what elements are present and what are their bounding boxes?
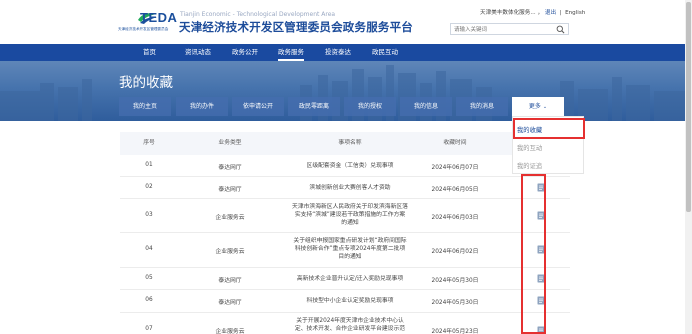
row-time: 2024年05月30日 bbox=[431, 300, 479, 306]
tab-my-info[interactable]: 我的信息 bbox=[400, 97, 452, 116]
site-title-en: Tianjin Economic - Technological Develop… bbox=[180, 11, 336, 18]
row-name-link[interactable]: 区级配套资金（工信类）兑现事项 bbox=[290, 162, 410, 170]
row-name-link[interactable]: 关于开展2024年度天津市企业技术中心认定、技术开发、合作企业研发平台建设示范 bbox=[292, 317, 408, 333]
nav-item-invest[interactable]: 投资泰达 bbox=[325, 44, 351, 61]
row-type: 泰达网厅 bbox=[218, 187, 242, 193]
row-type: 企业服务云 bbox=[215, 329, 245, 334]
user-tabs: 我的主页 我的办件 依申请公开 政民零距离 我的授权 我的信息 我的消息 更多 ⌄ bbox=[0, 97, 685, 116]
language-link[interactable]: English bbox=[565, 10, 585, 16]
row-type: 泰达网厅 bbox=[218, 165, 242, 171]
page-title: 我的收藏 bbox=[119, 75, 173, 91]
logout-link[interactable]: 退出 bbox=[545, 10, 556, 16]
tab-more-label: 更多 bbox=[528, 103, 541, 110]
column-header-time: 收藏时间 bbox=[443, 140, 467, 146]
row-no: 06 bbox=[145, 297, 153, 303]
search-box bbox=[450, 23, 569, 35]
nav-item-home[interactable]: 首页 bbox=[143, 44, 156, 61]
table-header: 序号 业务类型 事项名称 收藏时间 操作 bbox=[120, 132, 570, 155]
row-name-link[interactable]: 高新技术企业晋升认定/迁入奖励兑现事项 bbox=[290, 275, 410, 283]
row-name-link[interactable]: 科技型中小企业认定奖励兑现事项 bbox=[290, 297, 410, 305]
chevron-down-icon: ⌄ bbox=[542, 104, 548, 110]
ops-column-highlight bbox=[521, 174, 546, 334]
column-header-no: 序号 bbox=[143, 140, 155, 146]
user-greeting[interactable]: 天津美丰数体化服务... bbox=[480, 10, 536, 16]
row-type: 泰达网厅 bbox=[218, 278, 242, 284]
search-icon[interactable] bbox=[556, 25, 565, 34]
top-links: 天津美丰数体化服务... ， 退出 | English bbox=[480, 8, 585, 16]
tab-my-cases[interactable]: 我的办件 bbox=[176, 97, 228, 116]
dropdown-item-my-tracking[interactable]: 我的证追 bbox=[517, 161, 542, 170]
dropdown-item-my-interaction[interactable]: 我的互动 bbox=[517, 143, 542, 152]
column-header-type: 业务类型 bbox=[218, 140, 242, 146]
row-no: 03 bbox=[145, 212, 153, 218]
row-time: 2024年06月07日 bbox=[431, 165, 479, 171]
tab-my-home[interactable]: 我的主页 bbox=[119, 97, 171, 116]
table-row: 01 泰达网厅 区级配套资金（工信类）兑现事项 2024年06月07日 bbox=[120, 155, 570, 177]
page: TEDA 天津经济技术开发区管理委员会 Tianjin Economic - T… bbox=[0, 0, 685, 334]
table-row: 02 泰达网厅 滨城创新创业大赛创客人才资助 2024年06月05日 bbox=[120, 177, 570, 199]
search-input[interactable] bbox=[454, 25, 554, 34]
table-row: 04 企业服务云 关于组织申报国家重点研发计划“政府间国际科技创新合作”重点专项… bbox=[120, 233, 570, 268]
nav-item-gov-service[interactable]: 政务服务 bbox=[278, 44, 304, 61]
tab-zero-distance[interactable]: 政民零距离 bbox=[288, 97, 340, 116]
row-name-link[interactable]: 天津市滨海新区人民政府关于印发滨海新区落实支持“滨城”建设若干政策措施的工作方案… bbox=[292, 203, 408, 227]
row-no: 02 bbox=[145, 184, 153, 190]
logo-subtitle: 天津经济技术开发区管理委员会 bbox=[118, 27, 169, 31]
dropdown-item-label: 我的收藏 bbox=[517, 127, 543, 134]
row-name-link[interactable]: 滨城创新创业大赛创客人才资助 bbox=[290, 184, 410, 192]
row-name-link[interactable]: 关于组织申报国家重点研发计划“政府间国际科技创新合作”重点专项2024年度第二批… bbox=[292, 237, 408, 261]
row-type: 企业服务云 bbox=[215, 249, 245, 255]
table-row: 07 企业服务云 关于开展2024年度天津市企业技术中心认定、技术开发、合作企业… bbox=[120, 313, 570, 334]
table-row: 03 企业服务云 天津市滨海新区人民政府关于印发滨海新区落实支持“滨城”建设若干… bbox=[120, 199, 570, 233]
scrollbar-thumb[interactable] bbox=[686, 2, 691, 212]
separator: | bbox=[557, 10, 564, 16]
page-scrollbar[interactable] bbox=[685, 0, 692, 334]
row-type: 企业服务云 bbox=[215, 215, 245, 221]
row-time: 2024年06月05日 bbox=[431, 187, 479, 193]
nav-item-interaction[interactable]: 政民互动 bbox=[372, 44, 398, 61]
row-no: 01 bbox=[145, 162, 153, 168]
row-type: 泰达网厅 bbox=[218, 300, 242, 306]
tab-my-messages[interactable]: 我的消息 bbox=[456, 97, 508, 116]
main-nav: 首页 资讯动态 政务公开 政务服务 投资泰达 政民互动 bbox=[0, 44, 685, 61]
site-header: TEDA 天津经济技术开发区管理委员会 Tianjin Economic - T… bbox=[0, 0, 685, 44]
nav-item-gov-open[interactable]: 政务公开 bbox=[232, 44, 258, 61]
site-title: 天津经济技术开发区管理委员会政务服务平台 bbox=[179, 20, 413, 34]
row-no: 07 bbox=[145, 326, 153, 332]
table-row: 06 泰达网厅 科技型中小企业认定奖励兑现事项 2024年05月30日 bbox=[120, 290, 570, 313]
logo-text: TEDA bbox=[140, 10, 178, 25]
teda-logo[interactable]: TEDA 天津经济技术开发区管理委员会 bbox=[118, 10, 178, 35]
row-no: 05 bbox=[145, 275, 153, 281]
table-row: 05 泰达网厅 高新技术企业晋升认定/迁入奖励兑现事项 2024年05月30日 bbox=[120, 268, 570, 290]
row-time: 2024年05月30日 bbox=[431, 278, 479, 284]
page-banner: 我的收藏 我的主页 我的办件 依申请公开 政民零距离 我的授权 我的信息 我的消… bbox=[0, 61, 685, 121]
row-time: 2024年05月23日 bbox=[431, 329, 479, 334]
row-no: 04 bbox=[145, 246, 153, 252]
tab-more[interactable]: 更多 ⌄ bbox=[512, 97, 564, 116]
dropdown-item-my-favorites[interactable]: 我的收藏 bbox=[513, 118, 585, 139]
column-header-name: 事项名称 bbox=[338, 140, 362, 146]
row-time: 2024年06月03日 bbox=[431, 215, 479, 221]
nav-item-news[interactable]: 资讯动态 bbox=[185, 44, 211, 61]
row-time: 2024年06月02日 bbox=[431, 249, 479, 255]
separator: ， bbox=[537, 10, 544, 16]
tab-my-authorization[interactable]: 我的授权 bbox=[344, 97, 396, 116]
tab-disclosure-request[interactable]: 依申请公开 bbox=[232, 97, 284, 116]
